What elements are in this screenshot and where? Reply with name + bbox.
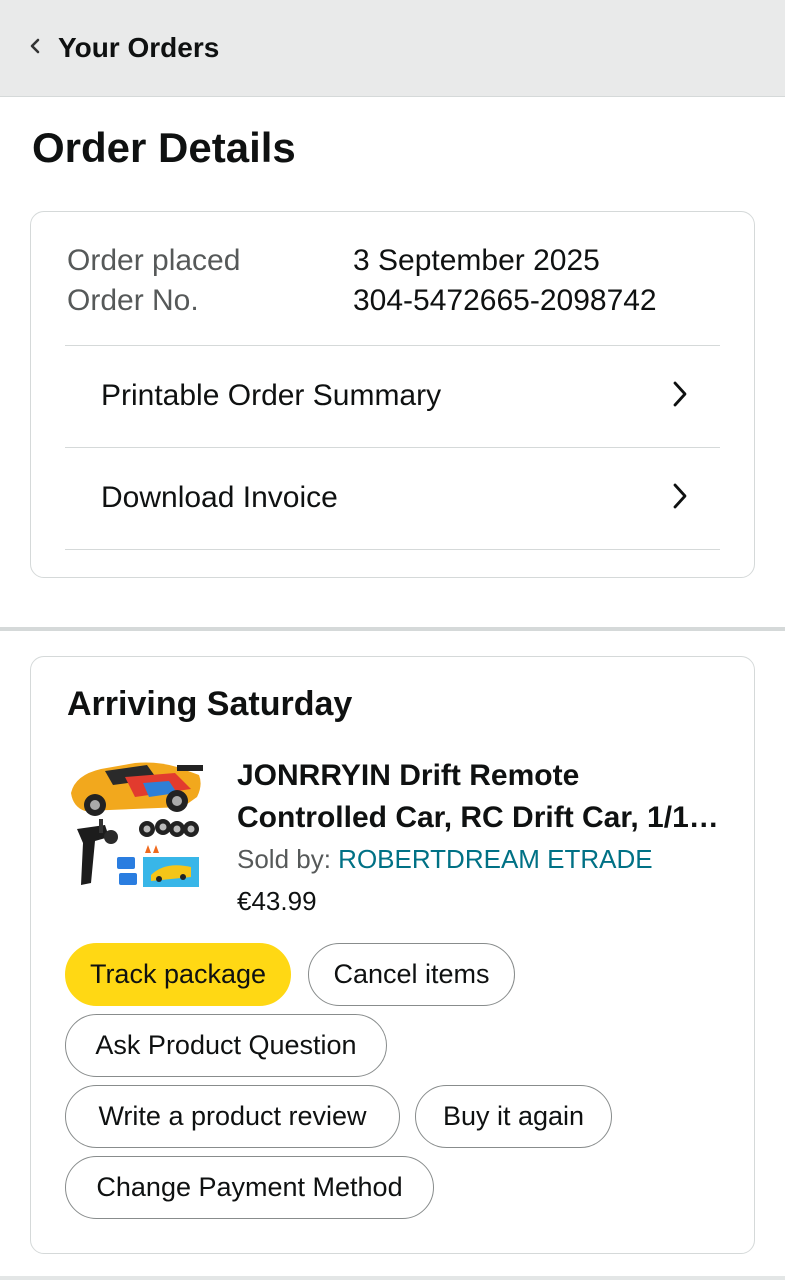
ask-product-question-button[interactable]: Ask Product Question [65,1014,387,1077]
sold-by: Sold by: ROBERTDREAM ETRADE [237,843,653,875]
page-title: Order Details [32,124,296,171]
write-review-button[interactable]: Write a product review [65,1085,400,1148]
divider [65,549,720,550]
back-label: Your Orders [58,32,220,63]
product-image[interactable] [65,753,205,893]
chevron-right-icon [670,379,720,414]
top-nav-bar: Your Orders [0,0,785,97]
printable-order-summary-label: Printable Order Summary [101,379,442,412]
order-number-label: Order No. [67,284,199,317]
shipment-card: Arriving Saturday JONRRYIN Drift Remote … [30,656,755,1254]
cancel-items-button[interactable]: Cancel items [308,943,515,1006]
bottom-separator [0,1276,785,1280]
download-invoice-link[interactable]: Download Invoice [65,448,720,548]
back-to-orders-button[interactable]: Your Orders [28,18,219,78]
chevron-left-icon [28,38,42,59]
product-title[interactable]: JONRRYIN Drift Remote Controlled Car, RC… [237,755,727,839]
order-summary-card: Order placed 3 September 2025 Order No. … [30,211,755,578]
order-placed-label: Order placed [67,244,241,277]
sold-by-label: Sold by: [237,844,339,874]
download-invoice-label: Download Invoice [101,481,338,514]
track-package-button[interactable]: Track package [65,943,291,1006]
delivery-status: Arriving Saturday [67,685,353,723]
seller-link[interactable]: ROBERTDREAM ETRADE [338,844,652,874]
chevron-right-icon [670,481,720,516]
product-price: €43.99 [237,886,317,916]
order-placed-value: 3 September 2025 [353,244,600,277]
change-payment-method-button[interactable]: Change Payment Method [65,1156,434,1219]
buy-it-again-button[interactable]: Buy it again [415,1085,612,1148]
section-separator [0,627,785,631]
printable-order-summary-link[interactable]: Printable Order Summary [65,346,720,446]
order-number-value: 304-5472665-2098742 [353,284,657,317]
